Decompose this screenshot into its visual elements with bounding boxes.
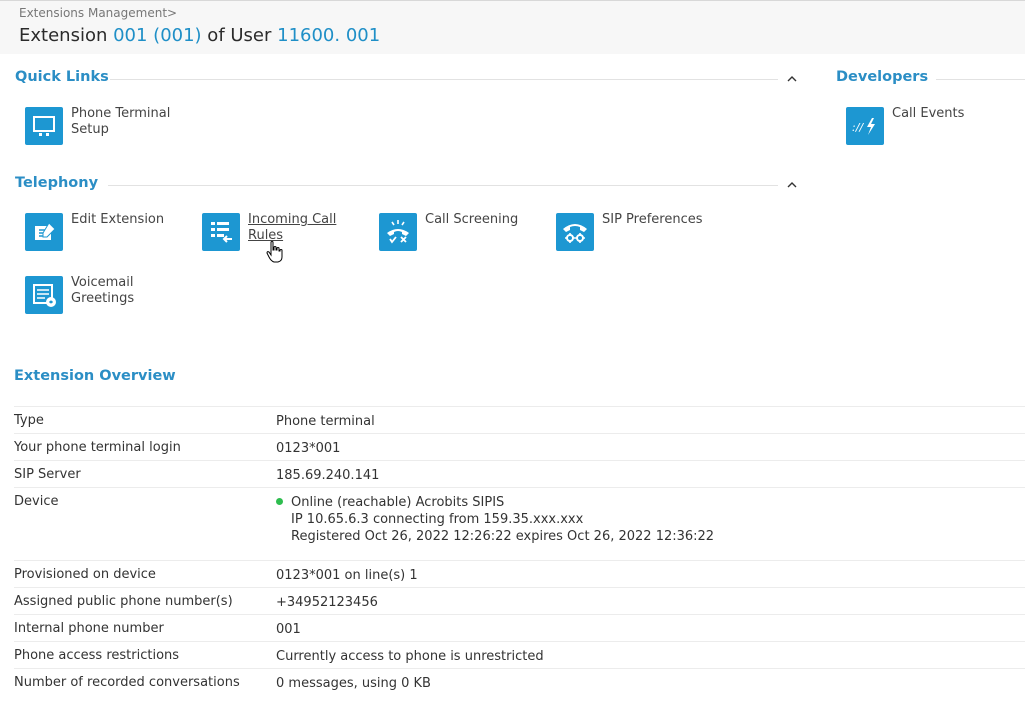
chevron-up-icon[interactable]	[787, 181, 797, 191]
incoming-rules-icon	[202, 213, 240, 251]
telephony-call-screening[interactable]: Call Screening	[379, 212, 539, 253]
developer-link-call-events[interactable]: :// Call Events	[846, 106, 1006, 147]
hand-pointer-icon	[265, 240, 285, 268]
overview-row-recordings: Number of recorded conversations 0 messa…	[14, 668, 1025, 695]
overview-value: +34952123456	[276, 595, 378, 610]
overview-row-internal-number: Internal phone number 001	[14, 614, 1025, 641]
quick-link-label: Phone Terminal Setup	[71, 106, 171, 137]
page-title: Extension 001 (001) of User 11600. 001	[19, 25, 380, 46]
overview-key: SIP Server	[14, 467, 81, 482]
svg-text:://: ://	[852, 121, 864, 134]
overview-value: 001	[276, 622, 301, 637]
sip-preferences-icon	[556, 213, 594, 251]
overview-key: Type	[14, 413, 44, 428]
device-status: Online (reachable) Acrobits SIPIS	[291, 495, 505, 510]
quick-links-divider	[110, 79, 778, 80]
title-prefix: Extension	[19, 25, 114, 46]
extension-link[interactable]: 001 (001)	[113, 25, 201, 46]
call-screening-icon	[379, 213, 417, 251]
telephony-label: SIP Preferences	[602, 212, 703, 227]
developers-title: Developers	[836, 69, 929, 85]
voicemail-icon	[25, 276, 63, 314]
telephony-title: Telephony	[15, 175, 99, 191]
overview-key: Provisioned on device	[14, 567, 156, 582]
overview-row-login: Your phone terminal login 0123*001	[14, 433, 1025, 460]
device-ip-line: IP 10.65.6.3 connecting from 159.35.xxx.…	[291, 512, 584, 527]
overview-value: Currently access to phone is unrestricte…	[276, 649, 544, 664]
developers-divider	[936, 79, 1025, 80]
title-middle: of User	[201, 25, 278, 46]
overview-key: Your phone terminal login	[14, 440, 181, 455]
telephony-edit-extension[interactable]: Edit Extension	[25, 212, 185, 253]
telephony-voicemail-greetings[interactable]: Voicemail Greetings	[25, 275, 185, 316]
telephony-label: Call Screening	[425, 212, 519, 227]
overview-row-sip-server: SIP Server 185.69.240.141	[14, 460, 1025, 487]
overview-key: Device	[14, 494, 59, 509]
telephony-label: Edit Extension	[71, 212, 165, 227]
overview-key: Assigned public phone number(s)	[14, 594, 233, 609]
telephony-label: Voicemail Greetings	[71, 275, 135, 306]
user-link[interactable]: 11600. 001	[277, 25, 380, 46]
page-header: Extensions Management> Extension 001 (00…	[0, 0, 1025, 54]
overview-value: 0123*001	[276, 441, 341, 456]
overview-key: Phone access restrictions	[14, 648, 180, 663]
overview-value: 0 messages, using 0 KB	[276, 676, 431, 691]
overview-value: 185.69.240.141	[276, 468, 380, 483]
call-events-icon: ://	[846, 107, 884, 145]
device-status-block: Online (reachable) Acrobits SIPIS IP 10.…	[276, 494, 714, 545]
telephony-sip-preferences[interactable]: SIP Preferences	[556, 212, 726, 253]
developer-link-label: Call Events	[892, 106, 965, 121]
overview-row-provisioned: Provisioned on device 0123*001 on line(s…	[14, 560, 1025, 587]
overview-row-access-restrictions: Phone access restrictions Currently acce…	[14, 641, 1025, 668]
overview-value: 0123*001 on line(s) 1	[276, 568, 418, 583]
overview-value: Phone terminal	[276, 414, 375, 429]
overview-row-device: Device Online (reachable) Acrobits SIPIS…	[14, 487, 1025, 560]
online-status-dot	[276, 498, 283, 505]
breadcrumb[interactable]: Extensions Management>	[19, 6, 177, 20]
overview-row-type: Type Phone terminal	[14, 406, 1025, 433]
telephony-label: Incoming Call Rules	[248, 212, 337, 243]
quick-link-phone-terminal-setup[interactable]: Phone Terminal Setup	[25, 106, 185, 147]
edit-extension-icon	[25, 213, 63, 251]
overview-title: Extension Overview	[14, 368, 176, 384]
quick-links-title: Quick Links	[15, 69, 109, 85]
overview-row-public-numbers: Assigned public phone number(s) +3495212…	[14, 587, 1025, 614]
monitor-icon	[25, 107, 63, 145]
telephony-divider	[108, 185, 778, 186]
overview-key: Internal phone number	[14, 621, 164, 636]
device-registration-line: Registered Oct 26, 2022 12:26:22 expires…	[291, 529, 715, 544]
overview-key: Number of recorded conversations	[14, 675, 240, 690]
chevron-up-icon[interactable]	[787, 75, 797, 85]
